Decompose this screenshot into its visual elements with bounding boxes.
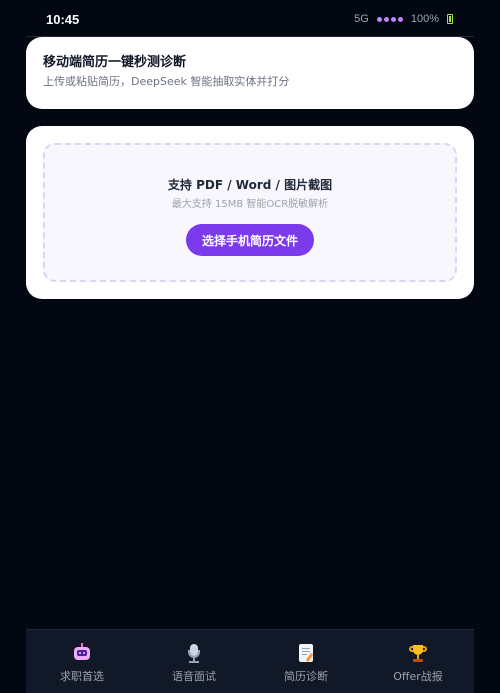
battery-label: 100% — [410, 13, 439, 25]
page-subtitle: 上传或粘贴简历，DeepSeek 智能抽取实体并打分 — [43, 75, 290, 88]
page-title: 移动端简历一键秒测诊断 — [43, 55, 187, 70]
bottom-nav: 求职首选 语音面试 简历诊断 Offer战报 — [26, 629, 474, 693]
nav-item-job-picks[interactable]: 求职首选 — [26, 630, 138, 693]
signal-icon — [376, 16, 403, 22]
status-bar: 10:45 5G 100% — [0, 0, 500, 38]
document-icon — [295, 642, 317, 664]
header-card: 移动端简历一键秒测诊断 上传或粘贴简历，DeepSeek 智能抽取实体并打分 — [26, 37, 474, 109]
status-time: 10:45 — [46, 11, 80, 27]
nav-item-voice-interview[interactable]: 语音面试 — [138, 630, 250, 693]
nav-label: 求职首选 — [60, 670, 104, 683]
upload-hint: 最大支持 15MB 智能OCR脱敏解析 — [171, 199, 329, 210]
upload-formats: 支持 PDF / Word / 图片截图 — [167, 178, 333, 192]
select-resume-button[interactable]: 选择手机简历文件 — [185, 224, 314, 256]
upload-card: 支持 PDF / Word / 图片截图 最大支持 15MB 智能OCR脱敏解析… — [26, 126, 474, 299]
trophy-icon — [407, 642, 429, 664]
network-label: 5G — [354, 13, 369, 25]
robot-icon — [71, 642, 93, 664]
microphone-icon — [183, 642, 205, 664]
status-indicators: 5G 100% — [354, 13, 453, 25]
battery-icon — [447, 14, 453, 24]
nav-label: 语音面试 — [172, 670, 216, 683]
nav-label: Offer战报 — [393, 670, 443, 683]
nav-label: 简历诊断 — [284, 670, 328, 683]
nav-item-resume-diagnosis[interactable]: 简历诊断 — [250, 630, 362, 693]
nav-item-offer-report[interactable]: Offer战报 — [362, 630, 474, 693]
upload-dropzone[interactable]: 支持 PDF / Word / 图片截图 最大支持 15MB 智能OCR脱敏解析… — [43, 143, 457, 282]
app-screen: 10:45 5G 100% 移动端简历一键秒测诊断 上传或粘贴简历，DeepSe… — [0, 0, 500, 693]
